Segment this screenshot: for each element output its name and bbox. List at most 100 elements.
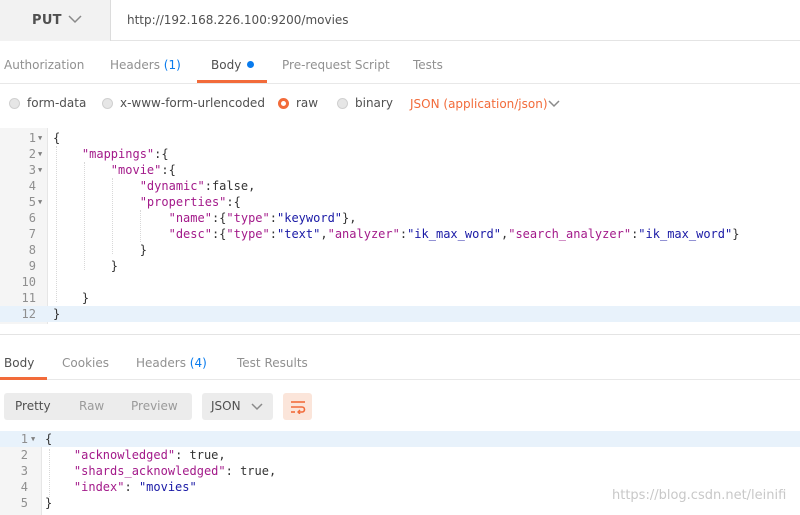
radio-raw[interactable]: raw: [278, 96, 318, 110]
tab-authorization[interactable]: Authorization: [4, 58, 84, 72]
body-type-options: form-data x-www-form-urlencoded raw bina…: [0, 85, 800, 123]
tab-label: Tests: [413, 58, 443, 72]
code-text: }: [81, 291, 90, 305]
fold-arrow-icon[interactable]: ▼: [38, 194, 42, 210]
line-number: 1: [20, 432, 28, 446]
line-number: 3: [20, 464, 28, 478]
tab-label: Pre-request Script: [282, 58, 390, 72]
response-tab-cookies[interactable]: Cookies: [62, 356, 109, 370]
code-text: }: [45, 496, 53, 510]
response-tab-headers[interactable]: Headers (4): [136, 356, 207, 370]
code-line-active: 1 ▼ {: [0, 431, 800, 447]
code-line: 2 ▼ "mappings":{: [0, 146, 800, 162]
radio-label: raw: [296, 96, 319, 110]
code-text: }: [53, 307, 61, 321]
tab-label: Body: [211, 58, 242, 72]
code-text: {: [45, 432, 53, 446]
code-line: 7 "desc":{"type":"text","analyzer":"ik_m…: [0, 226, 800, 242]
line-number: 2: [20, 448, 28, 462]
tab-label: Test Results: [237, 356, 308, 370]
code-text: "shards_acknowledged": true,: [73, 464, 277, 478]
code-text: "index": "movies": [73, 480, 197, 494]
method-label: PUT: [32, 13, 62, 28]
code-text: "name":{"type":"keyword"},: [168, 211, 357, 225]
line-number: 7: [28, 227, 36, 241]
fold-arrow-icon[interactable]: ▼: [31, 431, 35, 447]
tab-label: Cookies: [62, 356, 109, 370]
line-number: 9: [28, 259, 36, 273]
line-number: 8: [28, 243, 36, 257]
chevron-down-icon: [251, 403, 263, 411]
active-tab-indicator: [0, 377, 47, 380]
chevron-down-icon[interactable]: [548, 99, 560, 108]
wrap-lines-button[interactable]: [283, 393, 312, 420]
code-text: }: [110, 259, 119, 273]
code-line: 5 ▼ "properties":{: [0, 194, 800, 210]
radio-label: binary: [355, 96, 393, 110]
watermark-text: https://blog.csdn.net/leinifi: [612, 488, 787, 503]
tab-body[interactable]: Body: [211, 58, 255, 72]
code-line: 1 ▼ {: [0, 130, 800, 146]
radio-circle-icon: [9, 97, 20, 109]
headers-count-badge: (4): [189, 356, 207, 370]
request-body-editor[interactable]: 1 ▼ { 2 ▼ "mappings":{ 3 ▼ "movie":{ 4 "dyn…: [0, 128, 800, 324]
fold-arrow-icon[interactable]: ▼: [38, 130, 42, 146]
tab-label: Body: [4, 356, 35, 370]
response-tab-test-results[interactable]: Test Results: [237, 356, 308, 370]
response-view-toggle: Pretty Raw Preview: [4, 393, 192, 420]
code-line: 11 }: [0, 290, 800, 306]
line-number: 2: [28, 147, 36, 161]
code-line-active: 12 }: [0, 306, 800, 322]
radio-urlencoded[interactable]: x-www-form-urlencoded: [102, 96, 265, 110]
fold-arrow-icon[interactable]: ▼: [38, 146, 42, 162]
content-type-select[interactable]: JSON (application/json): [410, 97, 548, 111]
code-line: 2 "acknowledged": true,: [0, 447, 800, 463]
view-preview-button[interactable]: Preview: [131, 399, 178, 413]
pane-divider[interactable]: [0, 334, 800, 335]
active-tab-indicator: [197, 80, 267, 83]
radio-form-data[interactable]: form-data: [9, 96, 86, 110]
modified-dot-icon: [247, 61, 255, 68]
line-number: 10: [21, 275, 36, 289]
wrap-lines-icon: [290, 400, 305, 414]
tab-tests[interactable]: Tests: [413, 58, 443, 72]
code-line: 3 ▼ "movie":{: [0, 162, 800, 178]
request-url-bar: PUT http://192.168.226.100:9200/movies: [0, 0, 800, 41]
line-number: 1: [28, 131, 36, 145]
code-text: "mappings":{: [81, 147, 169, 161]
code-line: 10: [0, 274, 800, 290]
code-text: "properties":{: [139, 195, 241, 209]
radio-selected-icon: [278, 97, 289, 109]
code-line: 6 "name":{"type":"keyword"},: [0, 210, 800, 226]
tab-label: Authorization: [4, 58, 85, 72]
method-select[interactable]: PUT: [0, 0, 111, 41]
code-text: "dynamic":false,: [139, 179, 256, 193]
line-number: 6: [28, 211, 36, 225]
line-number: 3: [28, 163, 36, 177]
line-number: 5: [28, 195, 36, 209]
radio-circle-icon: [337, 97, 348, 109]
tab-headers[interactable]: Headers (1): [110, 58, 181, 72]
radio-binary[interactable]: binary: [337, 96, 393, 110]
code-text: }: [139, 243, 147, 257]
fold-arrow-icon[interactable]: ▼: [38, 162, 42, 178]
code-line: 4 "dynamic":false,: [0, 178, 800, 194]
response-tab-body[interactable]: Body: [4, 356, 34, 370]
view-pretty-button[interactable]: Pretty: [15, 399, 51, 413]
response-format-select[interactable]: JSON: [202, 393, 273, 420]
code-text: "desc":{"type":"text","analyzer":"ik_max…: [168, 227, 740, 241]
tab-label: Headers: [136, 356, 186, 370]
code-line: 3 "shards_acknowledged": true,: [0, 463, 800, 479]
view-raw-button[interactable]: Raw: [79, 399, 104, 413]
format-label: JSON: [211, 399, 241, 413]
url-input[interactable]: http://192.168.226.100:9200/movies: [127, 13, 349, 27]
headers-count-badge: (1): [163, 58, 181, 72]
radio-label: x-www-form-urlencoded: [120, 96, 265, 110]
code-text: {: [53, 131, 61, 145]
line-number: 4: [28, 179, 36, 193]
request-tabs: Authorization Headers (1) Body Pre-reque…: [0, 48, 800, 84]
code-text: "movie":{: [110, 163, 176, 177]
line-number: 4: [20, 480, 28, 494]
line-number: 12: [21, 307, 36, 321]
tab-pre-request-script[interactable]: Pre-request Script: [282, 58, 390, 72]
